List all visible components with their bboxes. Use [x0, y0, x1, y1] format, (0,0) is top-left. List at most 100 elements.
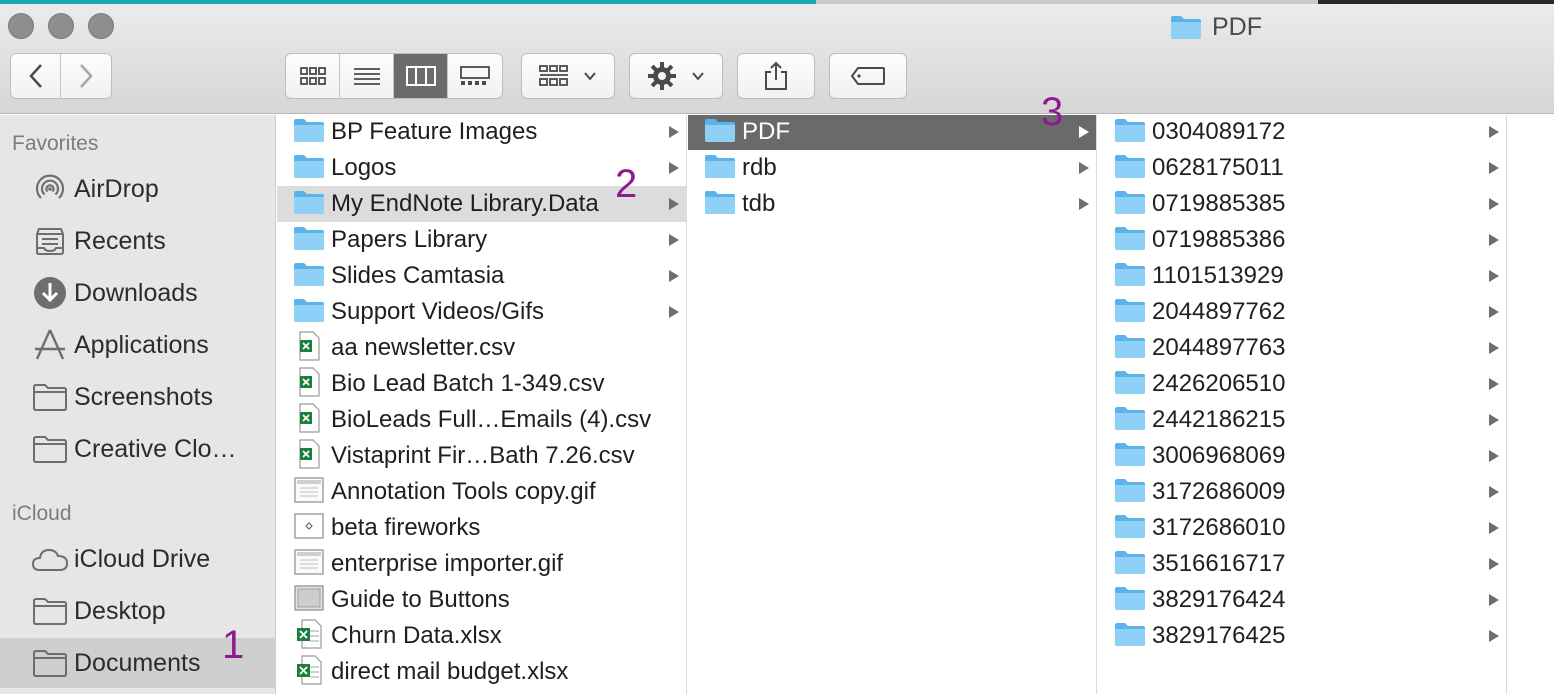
- sidebar-item-label: Documents: [74, 648, 201, 677]
- folder-row[interactable]: 3172686010: [1098, 510, 1506, 546]
- edit-tags-button[interactable]: [829, 53, 907, 99]
- folder-row[interactable]: 3516616717: [1098, 546, 1506, 582]
- excel-file-icon: [296, 618, 322, 654]
- close-window-button[interactable]: [8, 13, 34, 39]
- disclosure-arrow-icon: [1488, 474, 1500, 510]
- folder-icon: [1114, 189, 1146, 220]
- item-name: Vistaprint Fir…Bath 7.26.csv: [331, 442, 635, 469]
- csv-file-icon: [297, 330, 321, 366]
- sidebar-item-airdrop[interactable]: AirDrop: [0, 164, 276, 214]
- folder-row[interactable]: 2426206510: [1098, 366, 1506, 402]
- item-name: Support Videos/Gifs: [331, 298, 545, 325]
- folder-row[interactable]: BP Feature Images: [277, 115, 686, 150]
- item-name: 2442186215: [1152, 406, 1286, 433]
- folder-row[interactable]: 2044897763: [1098, 330, 1506, 366]
- document-icon: [294, 512, 324, 544]
- minimize-window-button[interactable]: [48, 13, 74, 39]
- disclosure-arrow-icon: [1488, 330, 1500, 366]
- folder-row[interactable]: 3172686009: [1098, 474, 1506, 510]
- folder-row[interactable]: 1101513929: [1098, 258, 1506, 294]
- column-view-button[interactable]: [394, 54, 448, 98]
- recents-icon: [36, 228, 64, 255]
- folder-row[interactable]: 0719885385: [1098, 186, 1506, 222]
- image-file-icon: [294, 584, 324, 616]
- file-row[interactable]: direct mail budget.xlsx: [277, 654, 686, 690]
- zoom-window-button[interactable]: [88, 13, 114, 39]
- item-name: Bio Lead Batch 1-349.csv: [331, 370, 605, 397]
- folder-row[interactable]: Papers Library: [277, 222, 686, 258]
- column-pdf: 0304089172 0628175011 0719885385 0719885386…: [1098, 115, 1507, 694]
- disclosure-arrow-icon: [1488, 582, 1500, 618]
- disclosure-arrow-icon: [668, 186, 680, 222]
- folder-row[interactable]: rdb: [688, 150, 1096, 186]
- file-row[interactable]: Vistaprint Fir…Bath 7.26.csv: [277, 438, 686, 474]
- disclosure-arrow-icon: [1078, 186, 1090, 222]
- image-file-icon: [294, 476, 324, 508]
- disclosure-arrow-icon: [1488, 618, 1500, 654]
- sidebar-item-label: Recents: [74, 226, 166, 255]
- downloads-icon: [34, 277, 66, 309]
- file-row[interactable]: Annotation Tools copy.gif: [277, 474, 686, 510]
- folder-icon: [704, 153, 736, 184]
- folder-row[interactable]: 3829176425: [1098, 618, 1506, 654]
- item-name: 3172686009: [1152, 478, 1286, 505]
- chevron-right-icon: [80, 64, 93, 88]
- icon-view-button[interactable]: [286, 54, 340, 98]
- cloud-icon: [31, 548, 69, 571]
- share-icon: [765, 61, 787, 90]
- disclosure-arrow-icon: [1488, 366, 1500, 402]
- file-row[interactable]: aa newsletter.csv: [277, 330, 686, 366]
- sidebar-item-recents[interactable]: Recents: [0, 216, 276, 266]
- sidebar-item-icloud-drive[interactable]: iCloud Drive: [0, 534, 276, 584]
- gallery-view-button[interactable]: [448, 54, 502, 98]
- airdrop-icon: [35, 174, 65, 199]
- item-name: aa newsletter.csv: [331, 334, 516, 361]
- file-row[interactable]: beta fireworks: [277, 510, 686, 546]
- folder-row[interactable]: PDF: [688, 115, 1096, 150]
- list-view-button[interactable]: [340, 54, 394, 98]
- folder-row[interactable]: 3829176424: [1098, 582, 1506, 618]
- folder-icon: [293, 189, 325, 220]
- disclosure-arrow-icon: [668, 150, 680, 186]
- item-name: PDF: [742, 118, 790, 145]
- disclosure-arrow-icon: [668, 258, 680, 294]
- sidebar-item-label: Applications: [74, 330, 209, 359]
- item-name: beta fireworks: [331, 514, 481, 541]
- back-button[interactable]: [11, 54, 61, 98]
- item-name: 2044897763: [1152, 334, 1286, 361]
- forward-button[interactable]: [61, 54, 111, 98]
- disclosure-arrow-icon: [1488, 115, 1500, 150]
- file-row[interactable]: Churn Data.xlsx: [277, 618, 686, 654]
- item-name: Churn Data.xlsx: [331, 622, 502, 649]
- folder-icon: [704, 117, 736, 148]
- action-menu-button[interactable]: [629, 53, 723, 99]
- file-row[interactable]: BioLeads Full…Emails (4).csv: [277, 402, 686, 438]
- sidebar-item-downloads[interactable]: Downloads: [0, 268, 276, 318]
- sidebar-item-applications[interactable]: Applications: [0, 320, 276, 370]
- folder-row[interactable]: 3006968069: [1098, 438, 1506, 474]
- sidebar-item-label: Creative Clo…: [74, 434, 237, 463]
- share-button[interactable]: [737, 53, 815, 99]
- item-name: 3172686010: [1152, 514, 1286, 541]
- sidebar-item-screenshots[interactable]: Screenshots: [0, 372, 276, 422]
- item-name: Slides Camtasia: [331, 262, 505, 289]
- file-row[interactable]: Guide to Buttons: [277, 582, 686, 618]
- sidebar-item-creative-cloud[interactable]: Creative Clo…: [0, 424, 276, 474]
- folder-row[interactable]: 0304089172: [1098, 115, 1506, 150]
- group-by-button[interactable]: [521, 53, 615, 99]
- folder-row[interactable]: 2044897762: [1098, 294, 1506, 330]
- chevron-down-icon: [692, 72, 704, 81]
- folder-row[interactable]: 0628175011: [1098, 150, 1506, 186]
- file-row[interactable]: Bio Lead Batch 1-349.csv: [277, 366, 686, 402]
- file-row[interactable]: enterprise importer.gif: [277, 546, 686, 582]
- folder-row[interactable]: tdb: [688, 186, 1096, 222]
- item-name: My EndNote Library.Data: [331, 190, 599, 217]
- folder-row[interactable]: Slides Camtasia: [277, 258, 686, 294]
- folder-icon: [293, 225, 325, 256]
- folder-row[interactable]: 2442186215: [1098, 402, 1506, 438]
- folder-row[interactable]: 0719885386: [1098, 222, 1506, 258]
- disclosure-arrow-icon: [1488, 546, 1500, 582]
- folder-row[interactable]: Support Videos/Gifs: [277, 294, 686, 330]
- item-name: tdb: [742, 190, 776, 217]
- folder-icon: [704, 189, 736, 220]
